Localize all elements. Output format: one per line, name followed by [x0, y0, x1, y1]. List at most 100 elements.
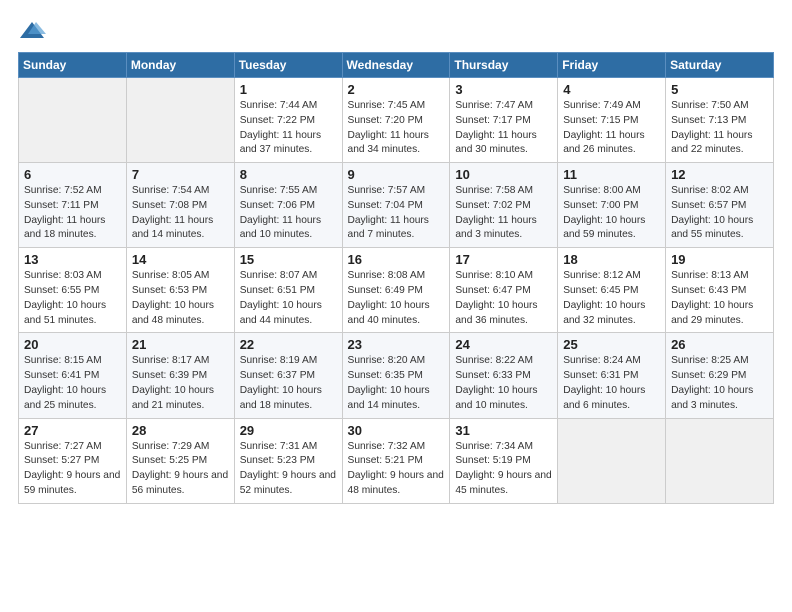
weekday-header: Sunday: [19, 53, 127, 78]
day-detail: Sunrise: 8:12 AMSunset: 6:45 PMDaylight:…: [563, 270, 645, 325]
day-detail: Sunrise: 8:05 AMSunset: 6:53 PMDaylight:…: [132, 270, 214, 325]
day-number: 12: [671, 167, 768, 182]
day-detail: Sunrise: 7:52 AMSunset: 7:11 PMDaylight:…: [24, 185, 105, 240]
day-number: 3: [455, 82, 552, 97]
calendar-cell: [19, 78, 127, 163]
day-number: 16: [348, 252, 445, 267]
calendar-cell: [558, 418, 666, 503]
calendar-cell: 22 Sunrise: 8:19 AMSunset: 6:37 PMDaylig…: [234, 333, 342, 418]
calendar-cell: [666, 418, 774, 503]
day-detail: Sunrise: 7:57 AMSunset: 7:04 PMDaylight:…: [348, 185, 429, 240]
day-detail: Sunrise: 8:20 AMSunset: 6:35 PMDaylight:…: [348, 355, 430, 410]
calendar-cell: 31 Sunrise: 7:34 AMSunset: 5:19 PMDaylig…: [450, 418, 558, 503]
calendar-body: 1 Sunrise: 7:44 AMSunset: 7:22 PMDayligh…: [19, 78, 774, 504]
day-number: 28: [132, 423, 229, 438]
day-detail: Sunrise: 8:25 AMSunset: 6:29 PMDaylight:…: [671, 355, 753, 410]
page: SundayMondayTuesdayWednesdayThursdayFrid…: [0, 0, 792, 514]
calendar-cell: 11 Sunrise: 8:00 AMSunset: 7:00 PMDaylig…: [558, 163, 666, 248]
calendar-table: SundayMondayTuesdayWednesdayThursdayFrid…: [18, 52, 774, 504]
day-number: 6: [24, 167, 121, 182]
day-detail: Sunrise: 8:24 AMSunset: 6:31 PMDaylight:…: [563, 355, 645, 410]
day-number: 2: [348, 82, 445, 97]
day-number: 5: [671, 82, 768, 97]
calendar-header-row: SundayMondayTuesdayWednesdayThursdayFrid…: [19, 53, 774, 78]
day-number: 30: [348, 423, 445, 438]
day-number: 19: [671, 252, 768, 267]
day-detail: Sunrise: 7:31 AMSunset: 5:23 PMDaylight:…: [240, 441, 336, 496]
logo-icon: [18, 18, 46, 46]
calendar-cell: 3 Sunrise: 7:47 AMSunset: 7:17 PMDayligh…: [450, 78, 558, 163]
calendar-cell: 17 Sunrise: 8:10 AMSunset: 6:47 PMDaylig…: [450, 248, 558, 333]
day-number: 26: [671, 337, 768, 352]
calendar-cell: 28 Sunrise: 7:29 AMSunset: 5:25 PMDaylig…: [126, 418, 234, 503]
calendar-cell: 25 Sunrise: 8:24 AMSunset: 6:31 PMDaylig…: [558, 333, 666, 418]
day-number: 14: [132, 252, 229, 267]
day-number: 7: [132, 167, 229, 182]
calendar-week-row: 27 Sunrise: 7:27 AMSunset: 5:27 PMDaylig…: [19, 418, 774, 503]
day-detail: Sunrise: 7:44 AMSunset: 7:22 PMDaylight:…: [240, 100, 321, 155]
day-detail: Sunrise: 7:45 AMSunset: 7:20 PMDaylight:…: [348, 100, 429, 155]
day-number: 24: [455, 337, 552, 352]
calendar-cell: 30 Sunrise: 7:32 AMSunset: 5:21 PMDaylig…: [342, 418, 450, 503]
day-detail: Sunrise: 7:32 AMSunset: 5:21 PMDaylight:…: [348, 441, 444, 496]
day-number: 29: [240, 423, 337, 438]
day-number: 31: [455, 423, 552, 438]
day-number: 27: [24, 423, 121, 438]
calendar-cell: 20 Sunrise: 8:15 AMSunset: 6:41 PMDaylig…: [19, 333, 127, 418]
day-detail: Sunrise: 8:15 AMSunset: 6:41 PMDaylight:…: [24, 355, 106, 410]
calendar-cell: 27 Sunrise: 7:27 AMSunset: 5:27 PMDaylig…: [19, 418, 127, 503]
day-number: 25: [563, 337, 660, 352]
day-number: 23: [348, 337, 445, 352]
calendar-cell: 8 Sunrise: 7:55 AMSunset: 7:06 PMDayligh…: [234, 163, 342, 248]
calendar-cell: 18 Sunrise: 8:12 AMSunset: 6:45 PMDaylig…: [558, 248, 666, 333]
weekday-header: Friday: [558, 53, 666, 78]
weekday-header: Thursday: [450, 53, 558, 78]
day-detail: Sunrise: 7:29 AMSunset: 5:25 PMDaylight:…: [132, 441, 228, 496]
day-detail: Sunrise: 7:47 AMSunset: 7:17 PMDaylight:…: [455, 100, 536, 155]
day-detail: Sunrise: 8:00 AMSunset: 7:00 PMDaylight:…: [563, 185, 645, 240]
calendar-cell: 23 Sunrise: 8:20 AMSunset: 6:35 PMDaylig…: [342, 333, 450, 418]
calendar-cell: 21 Sunrise: 8:17 AMSunset: 6:39 PMDaylig…: [126, 333, 234, 418]
day-detail: Sunrise: 7:50 AMSunset: 7:13 PMDaylight:…: [671, 100, 752, 155]
calendar-cell: 16 Sunrise: 8:08 AMSunset: 6:49 PMDaylig…: [342, 248, 450, 333]
calendar-cell: 5 Sunrise: 7:50 AMSunset: 7:13 PMDayligh…: [666, 78, 774, 163]
day-detail: Sunrise: 8:10 AMSunset: 6:47 PMDaylight:…: [455, 270, 537, 325]
calendar-cell: 1 Sunrise: 7:44 AMSunset: 7:22 PMDayligh…: [234, 78, 342, 163]
day-detail: Sunrise: 8:22 AMSunset: 6:33 PMDaylight:…: [455, 355, 537, 410]
day-detail: Sunrise: 8:03 AMSunset: 6:55 PMDaylight:…: [24, 270, 106, 325]
calendar-week-row: 6 Sunrise: 7:52 AMSunset: 7:11 PMDayligh…: [19, 163, 774, 248]
day-detail: Sunrise: 7:27 AMSunset: 5:27 PMDaylight:…: [24, 441, 120, 496]
calendar-week-row: 13 Sunrise: 8:03 AMSunset: 6:55 PMDaylig…: [19, 248, 774, 333]
day-detail: Sunrise: 7:58 AMSunset: 7:02 PMDaylight:…: [455, 185, 536, 240]
calendar-cell: 6 Sunrise: 7:52 AMSunset: 7:11 PMDayligh…: [19, 163, 127, 248]
day-detail: Sunrise: 8:02 AMSunset: 6:57 PMDaylight:…: [671, 185, 753, 240]
calendar-cell: 15 Sunrise: 8:07 AMSunset: 6:51 PMDaylig…: [234, 248, 342, 333]
calendar-cell: 13 Sunrise: 8:03 AMSunset: 6:55 PMDaylig…: [19, 248, 127, 333]
day-number: 1: [240, 82, 337, 97]
day-number: 8: [240, 167, 337, 182]
calendar-cell: 19 Sunrise: 8:13 AMSunset: 6:43 PMDaylig…: [666, 248, 774, 333]
weekday-header: Monday: [126, 53, 234, 78]
calendar-cell: 4 Sunrise: 7:49 AMSunset: 7:15 PMDayligh…: [558, 78, 666, 163]
day-detail: Sunrise: 8:08 AMSunset: 6:49 PMDaylight:…: [348, 270, 430, 325]
day-number: 11: [563, 167, 660, 182]
day-number: 20: [24, 337, 121, 352]
logo-area: [18, 18, 50, 46]
calendar-cell: 10 Sunrise: 7:58 AMSunset: 7:02 PMDaylig…: [450, 163, 558, 248]
calendar-cell: 9 Sunrise: 7:57 AMSunset: 7:04 PMDayligh…: [342, 163, 450, 248]
day-number: 9: [348, 167, 445, 182]
calendar-cell: [126, 78, 234, 163]
calendar-cell: 12 Sunrise: 8:02 AMSunset: 6:57 PMDaylig…: [666, 163, 774, 248]
calendar-cell: 2 Sunrise: 7:45 AMSunset: 7:20 PMDayligh…: [342, 78, 450, 163]
day-number: 17: [455, 252, 552, 267]
calendar-cell: 26 Sunrise: 8:25 AMSunset: 6:29 PMDaylig…: [666, 333, 774, 418]
day-number: 4: [563, 82, 660, 97]
day-number: 18: [563, 252, 660, 267]
day-detail: Sunrise: 7:34 AMSunset: 5:19 PMDaylight:…: [455, 441, 551, 496]
day-number: 22: [240, 337, 337, 352]
day-detail: Sunrise: 8:17 AMSunset: 6:39 PMDaylight:…: [132, 355, 214, 410]
day-number: 13: [24, 252, 121, 267]
weekday-header: Tuesday: [234, 53, 342, 78]
day-detail: Sunrise: 8:07 AMSunset: 6:51 PMDaylight:…: [240, 270, 322, 325]
day-detail: Sunrise: 8:13 AMSunset: 6:43 PMDaylight:…: [671, 270, 753, 325]
